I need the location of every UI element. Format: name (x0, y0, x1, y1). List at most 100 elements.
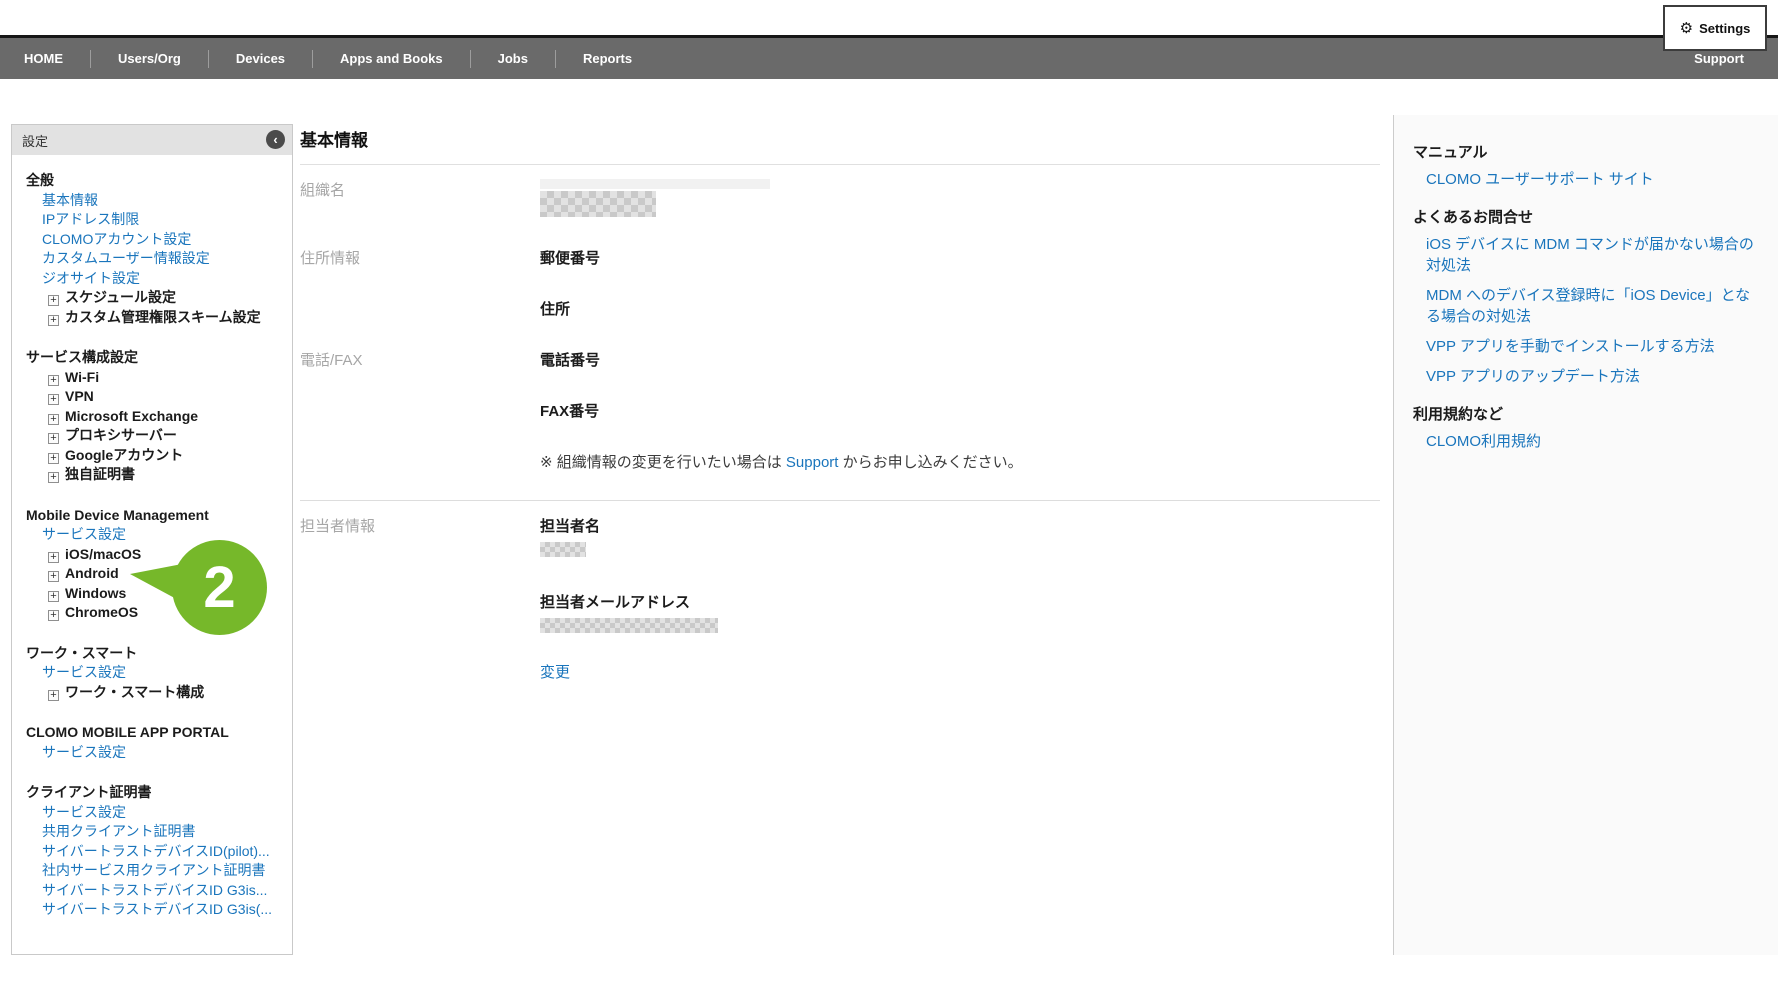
sidebar-item-google[interactable]: +Googleアカウント (20, 446, 284, 466)
sidebar-item-label: カスタム管理権限スキーム設定 (65, 309, 261, 325)
nav-item-support[interactable]: Support (1694, 51, 1744, 66)
help-group-title-item: 利用規約など (1413, 403, 1758, 424)
nav-item-jobs[interactable]: Jobs (471, 51, 555, 66)
nav-item-users-org[interactable]: Users/Org (91, 51, 208, 66)
help-link-vpp[interactable]: VPP アプリのアップデート方法 (1413, 366, 1758, 387)
sidebar-item-0-5[interactable]: + スケジュール設定 (20, 288, 284, 308)
nav-tab-settings[interactable]: ⚙ Settings (1663, 5, 1767, 51)
expand-plus-icon[interactable]: + (48, 414, 59, 425)
sidebar-item-id-pilot[interactable]: サイバートラストデバイスID(pilot)... (20, 842, 284, 862)
redacted-contact-email (540, 618, 718, 633)
expand-plus-icon[interactable]: + (48, 315, 59, 326)
sidebar-item-ip[interactable]: IPアドレス制限 (20, 210, 284, 230)
sidebar-item-label: Microsoft Exchange (65, 408, 198, 424)
sidebar-header-title: 設定 (22, 131, 48, 150)
sidebar-item-clomo[interactable]: CLOMOアカウント設定 (20, 230, 284, 250)
expand-plus-icon[interactable]: + (48, 375, 59, 386)
expand-plus-icon[interactable]: + (48, 453, 59, 464)
org-name-value (540, 179, 1380, 217)
sidebar-item-id-g3is[interactable]: サイバートラストデバイスID G3is(... (20, 900, 284, 920)
note-text-prefix: ※ 組織情報の変更を行いたい場合は (540, 454, 786, 471)
sidebar-item-0-6[interactable]: + カスタム管理権限スキーム設定 (20, 308, 284, 328)
org-change-note: ※ 組織情報の変更を行いたい場合は Support からお申し込みください。 (540, 451, 1380, 472)
phone-fax-fields: 電話番号 FAX番号 (540, 349, 1380, 421)
sidebar-item-label: Android (65, 565, 119, 581)
sidebar-section-title-item: ワーク・スマート (20, 644, 284, 664)
expand-plus-icon[interactable]: + (48, 394, 59, 405)
expand-plus-icon[interactable]: + (48, 571, 59, 582)
expand-plus-icon[interactable]: + (48, 552, 59, 563)
sidebar-section-item: クライアント証明書サービス設定共用クライアント証明書サイバートラストデバイスID… (20, 783, 284, 920)
sidebar-item-3-1[interactable]: +ワーク・スマート構成 (20, 683, 284, 703)
note-text-suffix: からお申し込みください。 (838, 454, 1022, 471)
sidebar-section-item: 全般基本情報IPアドレス制限CLOMOアカウント設定カスタムユーザー情報設定ジオ… (20, 171, 284, 327)
fax-number-label: FAX番号 (540, 400, 1380, 421)
help-link-ios-mdm[interactable]: iOS デバイスに MDM コマンドが届かない場合の対処法 (1413, 234, 1758, 276)
sidebar-item-label: ChromeOS (65, 604, 138, 620)
help-link-clomo[interactable]: CLOMO ユーザーサポート サイト (1413, 169, 1758, 190)
page-title: 基本情報 (300, 126, 1380, 165)
help-group-title-item: マニュアル (1413, 141, 1758, 162)
sidebar-item-vpn[interactable]: +VPN (20, 387, 284, 407)
sidebar-item-id-g3is[interactable]: サイバートラストデバイスID G3is... (20, 881, 284, 901)
chevron-left-icon: ‹ (273, 133, 277, 146)
nav-item-apps-and-books[interactable]: Apps and Books (313, 51, 470, 66)
help-group-title-item: よくあるお問合せ (1413, 206, 1758, 227)
expand-plus-icon[interactable]: + (48, 610, 59, 621)
contact-row: 担当者情報 担当者名 担当者メールアドレス 変更 (300, 515, 1380, 682)
contact-name-label: 担当者名 (540, 515, 1380, 536)
sidebar-section-title-item: 全般 (20, 171, 284, 191)
org-name-label: 組織名 (300, 179, 540, 217)
expand-plus-icon[interactable]: + (48, 591, 59, 602)
nav-item-home[interactable]: HOME (24, 51, 90, 66)
expand-plus-icon[interactable]: + (48, 690, 59, 701)
sidebar-item-4-0[interactable]: サービス設定 (20, 743, 284, 763)
gear-icon: ⚙ (1680, 21, 1693, 36)
expand-plus-icon[interactable]: + (48, 472, 59, 483)
sidebar-item-2-0[interactable]: サービス設定 (20, 525, 284, 545)
sidebar-item-3-0[interactable]: サービス設定 (20, 663, 284, 683)
redacted-contact-name (540, 542, 586, 557)
help-link-vpp[interactable]: VPP アプリを手動でインストールする方法 (1413, 336, 1758, 357)
sidebar-item-wi-fi[interactable]: +Wi-Fi (20, 368, 284, 388)
step-badge: 2 (172, 540, 267, 635)
sidebar-item-5-3[interactable]: 社内サービス用クライアント証明書 (20, 861, 284, 881)
change-link[interactable]: 変更 (540, 661, 570, 682)
sidebar-header: 設定 ‹ (12, 125, 292, 155)
sidebar-item-1-5[interactable]: + 独自証明書 (20, 465, 284, 485)
step-badge-number: 2 (203, 554, 235, 621)
top-navigation-bar: HOMEUsers/OrgDevicesApps and BooksJobsRe… (0, 35, 1778, 79)
address-label: 住所情報 (300, 247, 540, 319)
nav-item-reports[interactable]: Reports (556, 51, 659, 66)
support-link[interactable]: Support (786, 454, 839, 471)
sidebar-item-0-3[interactable]: カスタムユーザー情報設定 (20, 249, 284, 269)
sidebar-item-label: Windows (65, 585, 126, 601)
sidebar-item-0-0[interactable]: 基本情報 (20, 191, 284, 211)
settings-sidebar: 設定 ‹ 全般基本情報IPアドレス制限CLOMOアカウント設定カスタムユーザー情… (11, 124, 293, 955)
redacted-org-name (540, 191, 656, 217)
sidebar-section-title-item: サービス構成設定 (20, 348, 284, 368)
sidebar-collapse-button[interactable]: ‹ (266, 130, 285, 149)
nav-item-devices[interactable]: Devices (209, 51, 312, 66)
expand-plus-icon[interactable]: + (48, 433, 59, 444)
sidebar-item-label: 独自証明書 (65, 466, 135, 482)
contact-fields: 担当者名 担当者メールアドレス 変更 (540, 515, 1380, 682)
sidebar-section-clomo-mobile-app-portal: CLOMO MOBILE APP PORTALサービス設定 (20, 723, 284, 762)
expand-plus-icon[interactable]: + (48, 295, 59, 306)
help-link-mdm-ios-device[interactable]: MDM へのデバイス登録時に「iOS Device」となる場合の対処法 (1413, 285, 1758, 327)
phone-number-label: 電話番号 (540, 349, 1380, 370)
phone-fax-label: 電話/FAX (300, 349, 540, 421)
sidebar-item-0-4[interactable]: ジオサイト設定 (20, 269, 284, 289)
sidebar-item-label: iOS/macOS (65, 546, 141, 562)
sidebar-section-title-mobile-device-management: Mobile Device Management (20, 506, 284, 526)
sidebar-item-1-3[interactable]: +プロキシサーバー (20, 426, 284, 446)
org-name-row: 組織名 (300, 179, 1380, 217)
address-value-label: 住所 (540, 298, 1380, 319)
sidebar-item-5-1[interactable]: 共用クライアント証明書 (20, 822, 284, 842)
sidebar-item-microsoft-exchange[interactable]: + Microsoft Exchange (20, 407, 284, 427)
sidebar-item-5-0[interactable]: サービス設定 (20, 803, 284, 823)
help-link-clomo[interactable]: CLOMO利用規約 (1413, 431, 1758, 452)
contact-label: 担当者情報 (300, 515, 540, 682)
basic-info-panel: 基本情報 組織名 住所情報 郵便番号 住所 電話/FAX 電話番号 FAX番号 … (300, 126, 1380, 682)
sidebar-item-label: スケジュール設定 (65, 289, 176, 305)
